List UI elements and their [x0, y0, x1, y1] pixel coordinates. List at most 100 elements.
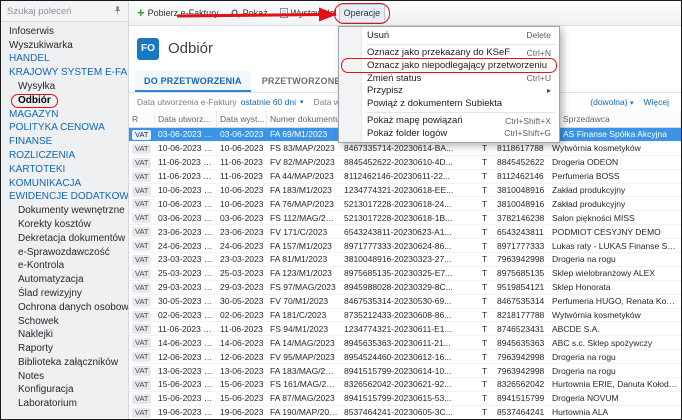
- sidebar-item-dekretacja-dokumentow[interactable]: Dekretacja dokumentów: [1, 232, 128, 246]
- column-header-numer-dokumentu[interactable]: Numer dokumentu: [267, 111, 341, 127]
- cell-text: 12-06-2023: [220, 352, 263, 362]
- menu-item-oznacz-jako-niepodlegajacy-przetworzeniu[interactable]: Oznacz jako niepodlegający przetworzeniu: [339, 59, 559, 72]
- tab-label: PRZETWORZONE: [262, 76, 341, 86]
- sidebar-item-komunikacja[interactable]: KOMUNIKACJA: [1, 177, 128, 191]
- table-cell: 23-06-2023 0...: [155, 227, 217, 237]
- sidebar-item-label: MAGAZYN: [9, 109, 58, 121]
- pin-icon[interactable]: [113, 6, 122, 16]
- sidebar-item-odbior[interactable]: Odbiór: [1, 94, 128, 108]
- sidebar-item-konfiguracja[interactable]: Konfiguracja: [1, 384, 128, 398]
- sidebar-item-automatyzacja[interactable]: Automatyzacja: [1, 273, 128, 287]
- menu-item-powiaz-z-dokumentem-subiekta[interactable]: Powiąż z dokumentem Subiekta: [339, 97, 559, 110]
- cell-text: 8112462146: [497, 171, 544, 181]
- sidebar-item-magazyn[interactable]: MAGAZYN: [1, 108, 128, 122]
- table-cell: Perfumeria HUGO, Renata Kowalska: [549, 296, 681, 306]
- sidebar-item-biblioteka-zalacznikow[interactable]: Biblioteka załączników: [1, 356, 128, 370]
- sidebar-item-slad-rewizyjny[interactable]: Ślad rewizyjny: [1, 287, 128, 301]
- sidebar-item-krajowy-system-e-faktur[interactable]: KRAJOWY SYSTEM E-FAKTUR: [1, 66, 128, 80]
- table-row[interactable]: VAT15-06-2023 0...15-06-2023FA 87/MAG/20…: [129, 392, 681, 406]
- table-row[interactable]: VAT03-06-2023 0...03-06-2023FS 112/MAG/2…: [129, 211, 681, 225]
- cell-text: T: [482, 227, 487, 237]
- doc-type-badge: VAT: [132, 394, 151, 404]
- table-row[interactable]: VAT11-06-2023 0...11-06-2023FS 94/M1/202…: [129, 322, 681, 336]
- table-cell: FS 97/MAG/2023: [267, 282, 341, 292]
- table-row[interactable]: VAT13-06-2023 0...13-06-2023FA 183/MAG/2…: [129, 364, 681, 378]
- column-header-sprzedawca[interactable]: Sprzedawca: [549, 111, 681, 127]
- sidebar-item-korekty-kosztow[interactable]: Korekty kosztów: [1, 218, 128, 232]
- tab-do-przetworzenia[interactable]: DO PRZETWORZENIA: [135, 71, 251, 92]
- table-cell: VAT: [129, 379, 155, 390]
- table-cell: VAT: [129, 296, 155, 307]
- table-row[interactable]: VAT23-03-2023 0...23-03-2023FA 81/M1/202…: [129, 253, 681, 267]
- sidebar-item-kartoteki[interactable]: KARTOTEKI: [1, 163, 128, 177]
- column-header-label: Numer dokumentu: [270, 114, 340, 124]
- menu-item-oznacz-jako-przekazany-do-ksef[interactable]: Oznacz jako przekazany do KSeFCtrl+N: [339, 47, 559, 60]
- column-header-data-wyst[interactable]: Data wyst...: [217, 111, 267, 127]
- table-cell: 23-06-2023: [217, 227, 267, 237]
- menu-item-zmien-status[interactable]: Zmień statusCtrl+U: [339, 72, 559, 85]
- table-row[interactable]: VAT10-06-2023 1...10-06-2023FS 83/MAP/20…: [129, 142, 681, 156]
- sidebar-item-schowek[interactable]: Schowek: [1, 315, 128, 329]
- sidebar-item-ewidencje-dodatkowe[interactable]: EWIDENCJE DODATKOWE: [1, 191, 128, 205]
- sidebar-item-dokumenty-wewnetrzne[interactable]: Dokumenty wewnętrzne: [1, 204, 128, 218]
- toolbar-button-wystaw-dokument-handlowy[interactable]: Wystaw dokument handlowy: [275, 4, 337, 23]
- table-row[interactable]: VAT15-06-2023 0...15-06-2023FS 161/MAG/2…: [129, 378, 681, 392]
- table-cell: FA 44/MAP/2023: [267, 171, 341, 181]
- sidebar-item-raporty[interactable]: Raporty: [1, 342, 128, 356]
- sidebar-item-wysylka[interactable]: Wysyłka: [1, 80, 128, 94]
- search-input[interactable]: Szukaj poleceń: [7, 6, 113, 17]
- table-cell: 5213017228-20230618-1B...: [341, 213, 479, 223]
- sidebar-item-ochrona-danych-osobowych[interactable]: Ochrona danych osobowych: [1, 301, 128, 315]
- toolbar-button-label: Pokaż: [243, 8, 268, 18]
- sidebar-item-label: Raporty: [18, 343, 53, 355]
- table-row[interactable]: VAT11-06-2023 0...11-06-2023FV 82/MAP/20…: [129, 156, 681, 170]
- table-cell: FA 81/M1/2023: [267, 254, 341, 264]
- menu-item-usun[interactable]: UsuńDelete: [339, 29, 559, 42]
- table-row[interactable]: VAT14-06-2023 0...14-06-2023FA 14/MAG/20…: [129, 336, 681, 350]
- sidebar-item-infoserwis[interactable]: Infoserwis: [1, 25, 128, 39]
- sidebar-item-finanse[interactable]: FINANSE: [1, 135, 128, 149]
- sidebar-item-e-sprawozdawczosc[interactable]: e-Sprawozdawczość: [1, 246, 128, 260]
- sidebar-item-naklejki[interactable]: Naklejki: [1, 329, 128, 343]
- sidebar-item-handel[interactable]: HANDEL: [1, 53, 128, 67]
- sidebar-item-rozliczenia[interactable]: ROZLICZENIA: [1, 149, 128, 163]
- table-cell: 11-06-2023 0...: [155, 324, 217, 334]
- table-row[interactable]: VAT12-06-2023 0...12-06-2023FV 95/MAP/20…: [129, 350, 681, 364]
- menu-item-label: Oznacz jako niepodlegający przetworzeniu: [367, 60, 547, 71]
- cell-text: 13-06-2023: [220, 366, 263, 376]
- table-row[interactable]: VAT11-06-2023 0...11-06-2023FA 44/MAP/20…: [129, 170, 681, 184]
- more-filters-link[interactable]: Więcej: [643, 97, 669, 107]
- menu-item-przypisz[interactable]: Przypisz▸: [339, 84, 559, 97]
- toolbar-button-operacje[interactable]: Operacje: [339, 4, 386, 23]
- sidebar-item-e-kontrola[interactable]: e-Kontrola: [1, 260, 128, 274]
- table-row[interactable]: VAT10-06-2023 0...10-06-2023FA 76/MAP/20…: [129, 197, 681, 211]
- table-row[interactable]: VAT02-06-2023 0...02-06-2023FA 181/C/202…: [129, 309, 681, 323]
- cell-text: FA 14/MAG/2023: [270, 338, 335, 348]
- menu-item-label: Zmień status: [367, 73, 421, 84]
- filter-any-value[interactable]: (dowolna): [590, 97, 627, 107]
- toolbar-button-pokaz[interactable]: Pokaż: [226, 4, 273, 23]
- sidebar-item-laboratorium[interactable]: Laboratorium: [1, 398, 128, 412]
- table-row[interactable]: VAT30-05-2023 0...30-05-2023FV 70/M1/202…: [129, 295, 681, 309]
- table-row[interactable]: VAT25-03-2023 0...25-03-2023FA 123/M1/20…: [129, 267, 681, 281]
- menu-item-pokaz-folder-logow[interactable]: Pokaż folder logówCtrl+Shift+G: [339, 127, 559, 140]
- table-row[interactable]: VAT24-06-2023 0...24-06-2023FA 157/M1/20…: [129, 239, 681, 253]
- table-cell: 29-03-2023: [217, 282, 267, 292]
- table-cell: 9519854121: [494, 282, 549, 292]
- sidebar-item-notes[interactable]: Notes: [1, 370, 128, 384]
- sidebar-item-polityka-cenowa[interactable]: POLITYKA CENOWA: [1, 122, 128, 136]
- toolbar-button-pobierz-e-faktury[interactable]: +Pobierz e-Faktury: [132, 4, 224, 23]
- column-header-data-utworz[interactable]: Data utworz...: [155, 111, 217, 127]
- table-row[interactable]: VAT10-06-2023 0...10-06-2023FA 183/M1/20…: [129, 184, 681, 198]
- menu-item-pokaz-mape-powiazan[interactable]: Pokaż mapę powiązańCtrl+Shift+X: [339, 115, 559, 128]
- filter-created-value[interactable]: ostatnie 60 dni: [241, 97, 296, 107]
- command-search[interactable]: Szukaj poleceń: [1, 1, 128, 22]
- cell-text: 8467335714-20230614-BA...: [344, 143, 453, 153]
- tab-przetworzone[interactable]: PRZETWORZONE: [253, 71, 350, 92]
- table-row[interactable]: VAT19-06-2023 0...19-06-2023FA 190/MAP/2…: [129, 406, 681, 419]
- column-header-r[interactable]: R: [129, 111, 155, 127]
- sidebar-item-wyszukiwarka[interactable]: Wyszukiwarka: [1, 39, 128, 53]
- table-cell: 23-03-2023: [217, 254, 267, 264]
- table-row[interactable]: VAT29-03-2023 0...29-03-2023FS 97/MAG/20…: [129, 281, 681, 295]
- table-row[interactable]: VAT23-06-2023 0...23-06-2023FV 171/C/202…: [129, 225, 681, 239]
